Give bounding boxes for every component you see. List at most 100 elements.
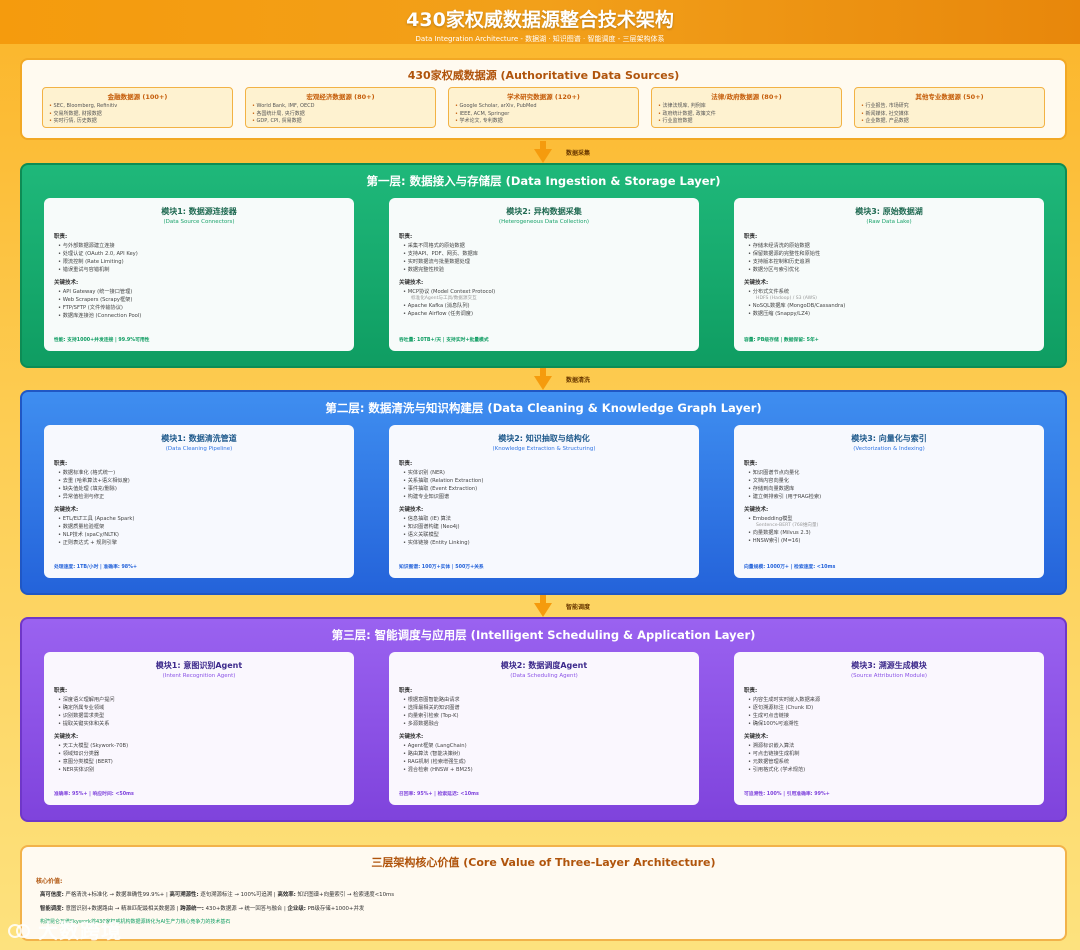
duty-item: 选择最相关的知识图谱 bbox=[399, 704, 689, 712]
core-key: 智能调度: bbox=[40, 906, 64, 912]
module-stat: 吞吐量: 10TB+/天 | 支持实时+批量模式 bbox=[399, 338, 489, 343]
tech-item: 数据质量检验框架 bbox=[54, 523, 344, 531]
module-stat: 处理速度: 1TB/小时 | 准确率: 98%+ bbox=[54, 565, 137, 570]
watermark-text: 大数跨境 bbox=[37, 919, 122, 943]
module-stat: 性能: 支持1000+并发连接 | 99.9%可用性 bbox=[54, 338, 150, 343]
duty-item: 向量索引检索 (Top-K) bbox=[399, 712, 689, 720]
source-item: Google Scholar, arXiv, PubMed bbox=[455, 103, 632, 111]
duty-item: 实时数据流与批量数据处理 bbox=[399, 258, 689, 266]
module-stat: 向量规模: 1000万+ | 检索速度: <10ms bbox=[744, 565, 836, 570]
tech-item: API Gateway (统一接口管理) bbox=[54, 288, 344, 296]
tech-item: 语义关联模型 bbox=[399, 531, 689, 539]
core-key: 高可信度: bbox=[40, 892, 64, 898]
tech-item: Web Scrapers (Scrapy框架) bbox=[54, 296, 344, 304]
duty-item: 多源数据融合 bbox=[399, 720, 689, 728]
module-title: 模块2: 知识抽取与结构化 bbox=[498, 434, 590, 443]
module-subtitle: (Raw Data Lake) bbox=[866, 219, 912, 225]
duty-item: 采集不同格式的原始数据 bbox=[399, 242, 689, 250]
module-title: 模块2: 数据调度Agent bbox=[500, 661, 588, 670]
module-card: 模块1: 数据源连接器 (Data Source Connectors) 职责:… bbox=[44, 198, 354, 351]
data-sources-panel: 430家权威数据源 (Authoritative Data Sources) 金… bbox=[20, 58, 1067, 140]
core-val: 430+数据源 → 统一回答与融合 bbox=[205, 906, 283, 912]
duty-item: 确保100%可追溯性 bbox=[744, 720, 1034, 728]
tech-label: 关键技术: bbox=[399, 507, 424, 513]
duty-item: 错误重试与容错机制 bbox=[54, 266, 344, 274]
tech-item: 意图分类模型 (BERT) bbox=[54, 758, 344, 766]
module-stat: 准确率: 95%+ | 响应时间: <50ms bbox=[54, 792, 134, 797]
duty-item: 内容生成时实时嵌入数据来源 bbox=[744, 696, 1034, 704]
module-card: 模块3: 溯源生成模块 (Source Attribution Module) … bbox=[734, 652, 1044, 805]
flow-label-schedule: 智能调度 bbox=[566, 604, 591, 611]
core-value-title: 三层架构核心价值 (Core Value of Three-Layer Arch… bbox=[371, 856, 716, 869]
duties-label: 职责: bbox=[54, 234, 68, 240]
module-subtitle: (Source Attribution Module) bbox=[851, 673, 927, 679]
duty-item: 深度语义理解用户提问 bbox=[54, 696, 344, 704]
duty-item: 处理认证 (OAuth 2.0, API Key) bbox=[54, 250, 344, 258]
tech-label: 关键技术: bbox=[744, 280, 769, 286]
duty-item: 逐句溯源标注 (Chunk ID) bbox=[744, 704, 1034, 712]
tech-item: 分布式文件系统 bbox=[744, 288, 1034, 296]
module-card: 模块1: 意图识别Agent (Intent Recognition Agent… bbox=[44, 652, 354, 805]
duty-item: 支持API、PDF、网页、数据库 bbox=[399, 250, 689, 258]
source-item: 各国统计局, 央行数据 bbox=[252, 111, 429, 119]
duty-item: 数据分区与索引优化 bbox=[744, 266, 1034, 274]
source-box-title: 金融数据源 (100+) bbox=[107, 93, 168, 101]
duty-item: 确定所属专业领域 bbox=[54, 704, 344, 712]
core-key: 高可溯源性: bbox=[169, 892, 199, 898]
duty-item: 关系抽取 (Relation Extraction) bbox=[399, 477, 689, 485]
tech-item: 数据库连接池 (Connection Pool) bbox=[54, 312, 344, 320]
duties-label: 职责: bbox=[744, 688, 758, 694]
tech-item: 正则表达式 + 规则引擎 bbox=[54, 539, 344, 547]
flow-arrow-down-icon bbox=[534, 368, 552, 390]
source-box-legal: 法律/政府数据源 (80+) 法律法规库, 判例库 政府统计数据, 政策文件 行… bbox=[651, 87, 842, 128]
duty-item: 提取关键实体和关系 bbox=[54, 720, 344, 728]
module-card: 模块2: 异构数据采集 (Heterogeneous Data Collecti… bbox=[389, 198, 699, 351]
core-key: 跨源统一: bbox=[180, 906, 204, 912]
tech-label: 关键技术: bbox=[399, 280, 424, 286]
source-item: 法律法规库, 判例库 bbox=[658, 103, 835, 111]
duty-item: 根据意图智能路由请求 bbox=[399, 696, 689, 704]
source-box-macro: 宏观经济数据源 (80+) World Bank, IMF, OECD 各国统计… bbox=[245, 87, 436, 128]
module-card: 模块2: 数据调度Agent (Data Scheduling Agent) 职… bbox=[389, 652, 699, 805]
flow-label-collect: 数据采集 bbox=[566, 150, 591, 157]
source-box-title: 学术研究数据源 (120+) bbox=[507, 93, 580, 101]
source-item: GDP, CPI, 贸易数据 bbox=[252, 118, 429, 126]
source-item: 行业监管数据 bbox=[658, 118, 835, 126]
tech-item: MCP协议 (Model Context Protocol) bbox=[399, 288, 689, 296]
flow-arrow-down-icon bbox=[534, 141, 552, 163]
source-box-title: 法律/政府数据源 (80+) bbox=[711, 93, 782, 101]
tech-label: 关键技术: bbox=[54, 280, 79, 286]
page-title: 430家权威数据源整合技术架构 bbox=[406, 9, 674, 31]
layer-3-panel: 第三层: 智能调度与应用层 (Intelligent Scheduling & … bbox=[20, 617, 1067, 822]
duty-item: 保留数据源的完整性和原始性 bbox=[744, 250, 1034, 258]
duty-item: 异常值检测与修正 bbox=[54, 493, 344, 501]
duty-item: 事件抽取 (Event Extraction) bbox=[399, 485, 689, 493]
source-item: 学术论文, 专利数据 bbox=[455, 118, 632, 126]
module-subtitle: (Intent Recognition Agent) bbox=[162, 673, 236, 679]
tech-item: FTP/SFTP (文件传输协议) bbox=[54, 304, 344, 312]
page-subtitle: Data Integration Architecture - 数据湖 · 知识… bbox=[415, 35, 665, 43]
layer-2-panel: 第二层: 数据清洗与知识构建层 (Data Cleaning & Knowled… bbox=[20, 390, 1067, 595]
source-item: World Bank, IMF, OECD bbox=[252, 103, 429, 111]
module-stat: 可追溯性: 100% | 引用准确率: 99%+ bbox=[744, 792, 830, 797]
module-subtitle: (Heterogeneous Data Collection) bbox=[498, 219, 590, 225]
tech-label: 关键技术: bbox=[54, 734, 79, 740]
core-value-panel: 三层架构核心价值 (Core Value of Three-Layer Arch… bbox=[20, 845, 1067, 941]
tech-item: Apache Kafka (消息队列) bbox=[399, 302, 689, 310]
tech-item: 可点击链接生成机制 bbox=[744, 750, 1034, 758]
module-subtitle: (Vectorization & Indexing) bbox=[853, 446, 925, 452]
tech-item: 溯源标识嵌入算法 bbox=[744, 742, 1034, 750]
tech-item: NLP技术 (spaCy/NLTK) bbox=[54, 531, 344, 539]
tech-item: Embedding模型 bbox=[744, 515, 1034, 523]
tech-item: 数据压缩 (Snappy/LZ4) bbox=[744, 310, 1034, 318]
source-box-title: 宏观经济数据源 (80+) bbox=[306, 93, 375, 101]
layer-title: 第一层: 数据接入与存储层 (Data Ingestion & Storage … bbox=[366, 174, 721, 188]
layer-title: 第二层: 数据清洗与知识构建层 (Data Cleaning & Knowled… bbox=[325, 401, 762, 415]
source-box-academic: 学术研究数据源 (120+) Google Scholar, arXiv, Pu… bbox=[448, 87, 639, 128]
duty-item: 与外部数据源建立连接 bbox=[54, 242, 344, 250]
tech-label: 关键技术: bbox=[54, 507, 79, 513]
duty-item: 建立倒排索引 (用于RAG检索) bbox=[744, 493, 1034, 501]
tech-item: HNSW索引 (M=16) bbox=[744, 537, 1034, 545]
duty-item: 存储未经清洗的原始数据 bbox=[744, 242, 1034, 250]
duties-label: 职责: bbox=[399, 234, 413, 240]
